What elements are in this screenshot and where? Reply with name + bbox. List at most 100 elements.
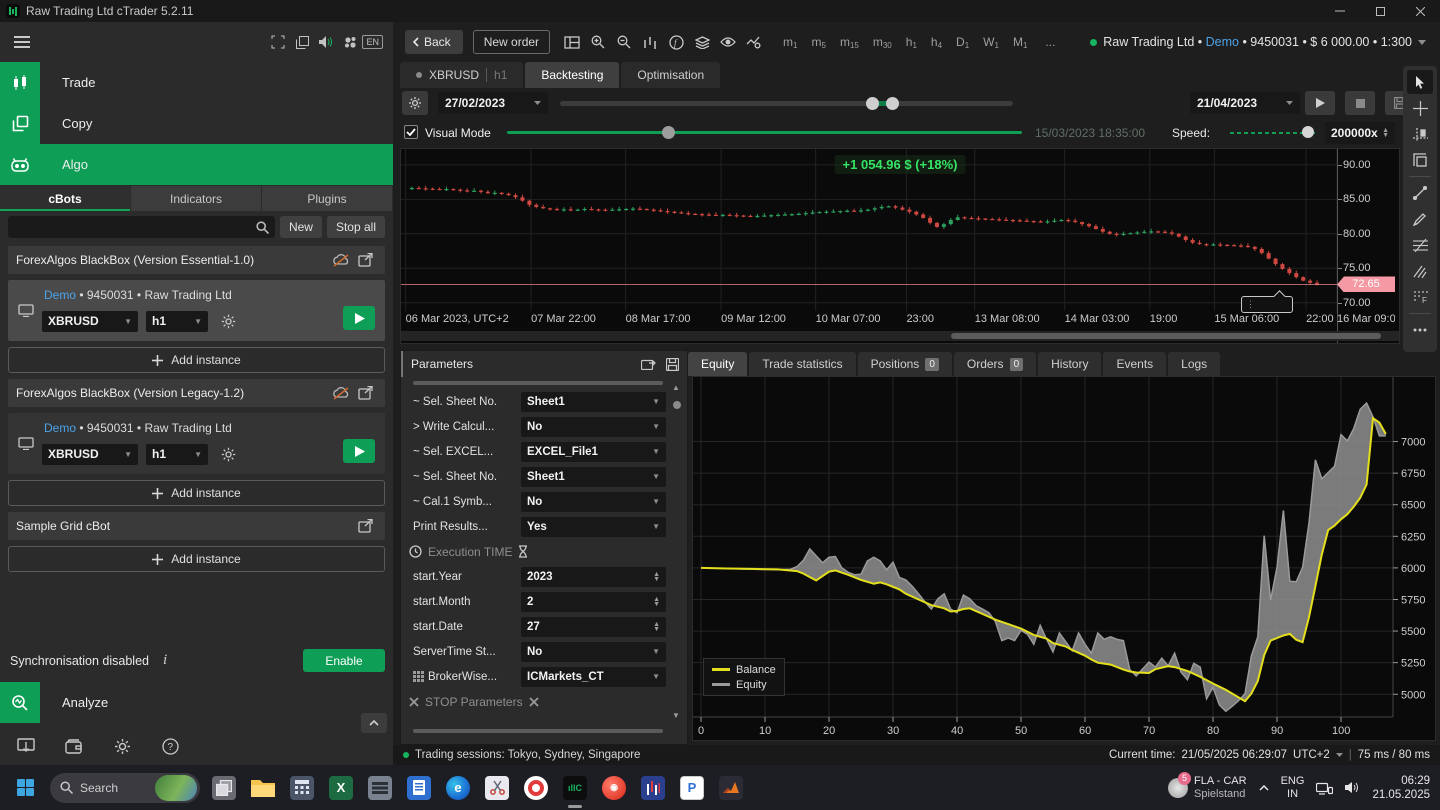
- end-date-select[interactable]: 21/04/2023: [1190, 92, 1300, 114]
- network-icon[interactable]: [1316, 781, 1334, 795]
- speed-slider[interactable]: [1230, 126, 1315, 138]
- taskbar-app-redapp[interactable]: ◉: [598, 772, 630, 804]
- language-switcher[interactable]: ENG IN: [1281, 775, 1305, 801]
- param-spinner[interactable]: 2 ▲ ▼: [521, 591, 666, 612]
- taskbar-app-icmarkets[interactable]: ıllC: [559, 772, 591, 808]
- instance-settings-icon[interactable]: [216, 309, 240, 333]
- cbot-header[interactable]: ForexAlgos BlackBox (Version Legacy-1.2): [8, 379, 385, 407]
- start-button[interactable]: [8, 771, 42, 805]
- sidebar-tab-plugins[interactable]: Plugins: [262, 186, 392, 211]
- add-instance-button[interactable]: Add instance: [8, 480, 385, 506]
- param-dropdown[interactable]: Sheet1 ▼: [521, 391, 666, 412]
- more-tools-icon[interactable]: [1407, 318, 1433, 342]
- cbot-instance-card[interactable]: Demo • 9450031 • Raw Trading Ltd XBRUSD ▼…: [8, 413, 385, 474]
- taskbar-app-folder[interactable]: [247, 772, 279, 804]
- indicator-icon[interactable]: [638, 30, 662, 54]
- nav-item-analyze[interactable]: Analyze: [0, 682, 393, 733]
- eye-icon[interactable]: [716, 30, 740, 54]
- start-date-select[interactable]: 27/02/2023: [438, 92, 548, 114]
- pointer-tool-icon[interactable]: [1407, 70, 1433, 94]
- equity-chart[interactable]: 7000 6750 6500 6250 6000 5750 5500 5250 5000 0 10 2…: [692, 376, 1436, 741]
- tray-chevron-up-icon[interactable]: [1259, 784, 1269, 791]
- param-dropdown[interactable]: Sheet1 ▼: [521, 466, 666, 487]
- results-tab-trade-statistics[interactable]: Trade statistics: [749, 352, 856, 376]
- results-tab-orders[interactable]: Orders 0: [953, 352, 1037, 376]
- maximize-button[interactable]: [1360, 0, 1400, 22]
- menu-icon[interactable]: [10, 30, 34, 54]
- param-dropdown[interactable]: No ▼: [521, 641, 666, 662]
- tab-optimisation[interactable]: Optimisation: [621, 62, 721, 88]
- taskbar-search[interactable]: Search: [50, 772, 200, 803]
- results-tab-history[interactable]: History: [1038, 352, 1102, 376]
- sidebar-tab-indicators[interactable]: Indicators: [131, 186, 261, 211]
- param-spinner[interactable]: 27 ▲ ▼: [521, 616, 666, 637]
- timeframe-m15[interactable]: m 15: [833, 35, 866, 50]
- save-params-icon[interactable]: [666, 357, 679, 371]
- zoom-out-icon[interactable]: [612, 30, 636, 54]
- wallet-icon[interactable]: [62, 734, 86, 758]
- collapse-sidebar-button[interactable]: [361, 713, 387, 733]
- trendline-tool-icon[interactable]: [1407, 181, 1433, 205]
- pitchfork-tool-icon[interactable]: [1407, 259, 1433, 283]
- taskbar-app-keyboard[interactable]: [364, 772, 396, 804]
- tray-widget-scores[interactable]: 5 FLA - CAR Spielstand: [1168, 771, 1247, 801]
- cbot-instance-card[interactable]: Demo • 9450031 • Raw Trading Ltd XBRUSD ▼…: [8, 280, 385, 341]
- share-icon[interactable]: [353, 381, 377, 405]
- param-spinner[interactable]: 2023 ▲ ▼: [521, 566, 666, 587]
- params-hscroll-bottom[interactable]: [413, 729, 663, 733]
- cbot-header[interactable]: ForexAlgos BlackBox (Version Essential-1…: [8, 246, 385, 274]
- param-dropdown[interactable]: Yes ▼: [521, 516, 666, 537]
- timeframe-m30[interactable]: m 30: [866, 35, 899, 50]
- play-button[interactable]: [1305, 91, 1335, 115]
- timeframe-select[interactable]: h1 ▼: [146, 443, 208, 465]
- backtest-settings-button[interactable]: [402, 91, 428, 115]
- params-vscroll[interactable]: ▲ ▼: [672, 383, 684, 734]
- backtest-range-slider[interactable]: [560, 97, 1013, 110]
- param-dropdown[interactable]: ICMarkets_CT ▼: [521, 666, 666, 687]
- layers-icon[interactable]: [690, 30, 714, 54]
- symbol-select[interactable]: XBRUSD ▼: [42, 310, 138, 332]
- cbot-header[interactable]: Sample Grid cBot: [8, 512, 385, 540]
- zoom-in-icon[interactable]: [586, 30, 610, 54]
- symbol-select[interactable]: XBRUSD ▼: [42, 443, 138, 465]
- taskbar-app-opera[interactable]: [520, 772, 552, 804]
- instance-settings-icon[interactable]: [216, 442, 240, 466]
- plugin-icon[interactable]: [338, 30, 362, 54]
- timeframe-W1[interactable]: W1: [976, 35, 1006, 50]
- candlestick-chart[interactable]: 90.00 85.00 80.00 75.00 70.00 +1 054.96 $ (+…: [400, 148, 1400, 344]
- layout-icon[interactable]: [560, 30, 584, 54]
- fullscreen-icon[interactable]: [266, 30, 290, 54]
- nav-item-copy[interactable]: Copy: [0, 103, 393, 144]
- tab-chart[interactable]: XBRUSD h1: [400, 62, 524, 88]
- share-icon[interactable]: [353, 514, 377, 538]
- timeframe-select[interactable]: h1 ▼: [146, 310, 208, 332]
- range-thumb-right[interactable]: [886, 97, 900, 110]
- cloud-off-icon[interactable]: [329, 248, 353, 272]
- info-icon[interactable]: i: [163, 652, 167, 669]
- timeframe-m1[interactable]: m1: [776, 35, 804, 50]
- taskbar-app-snip[interactable]: [481, 772, 513, 804]
- new-order-button[interactable]: New order: [472, 30, 551, 54]
- language-badge[interactable]: EN: [362, 35, 383, 49]
- taskbar-app-charts[interactable]: [637, 772, 669, 804]
- start-cbot-button[interactable]: [343, 306, 375, 330]
- back-button[interactable]: Back: [405, 30, 463, 54]
- start-cbot-button[interactable]: [343, 439, 375, 463]
- minimize-button[interactable]: [1320, 0, 1360, 22]
- results-tab-logs[interactable]: Logs: [1168, 352, 1221, 376]
- speed-value-spinner[interactable]: 200000x ▲ ▼: [1325, 122, 1395, 144]
- help-icon[interactable]: ?: [158, 734, 182, 758]
- nav-item-algo[interactable]: Algo: [0, 144, 393, 185]
- taskbar-app-overlap[interactable]: [208, 772, 240, 804]
- pattern-tool-icon[interactable]: F: [1407, 285, 1433, 309]
- range-thumb-left[interactable]: [865, 97, 879, 110]
- deposit-icon[interactable]: [14, 734, 38, 758]
- taskbar-app-edge[interactable]: e: [442, 772, 474, 804]
- timeframe-h1[interactable]: h1: [899, 35, 924, 50]
- crosshair-tool-icon[interactable]: [1407, 96, 1433, 120]
- close-button[interactable]: [1400, 0, 1440, 22]
- measure-tool-icon[interactable]: [1407, 122, 1433, 146]
- add-instance-button[interactable]: Add instance: [8, 546, 385, 572]
- cbot-search-input[interactable]: [8, 216, 275, 238]
- results-tab-events[interactable]: Events: [1103, 352, 1167, 376]
